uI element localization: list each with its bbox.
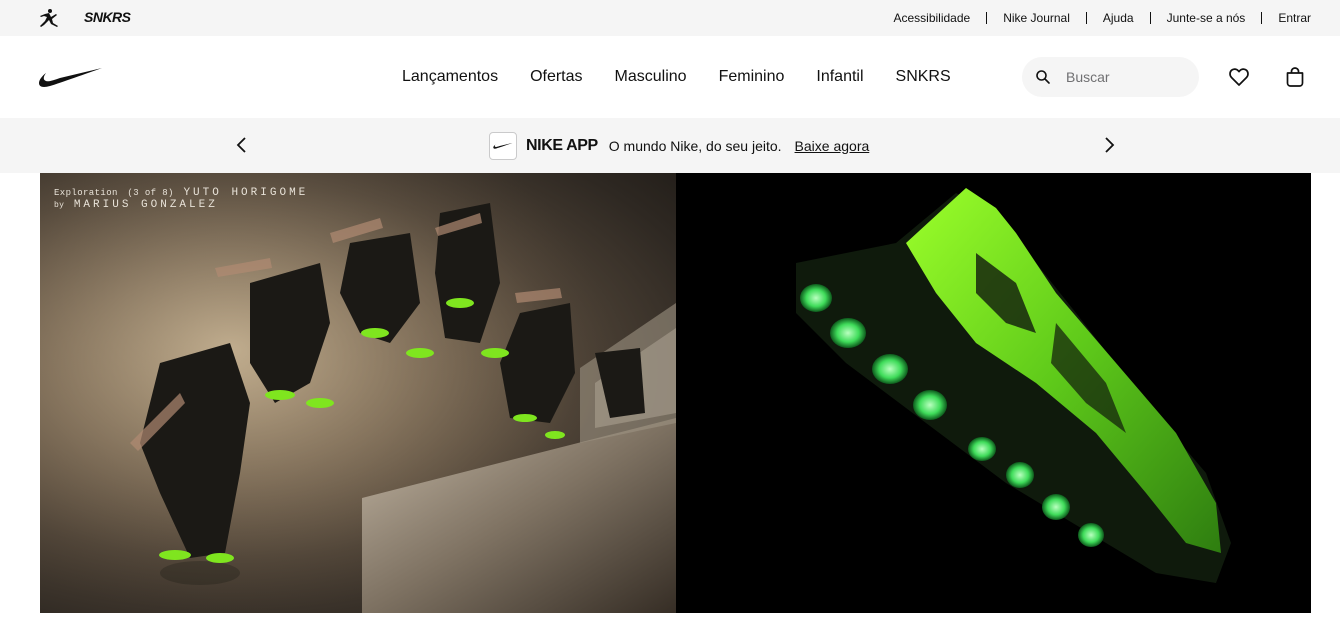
nav-item-snkrs[interactable]: SNKRS	[880, 68, 967, 86]
utility-bar: SNKRS Acessibilidade Nike Journal Ajuda …	[0, 0, 1340, 36]
promo-text: O mundo Nike, do seu jeito.	[608, 137, 782, 154]
promo-title: NIKE APP	[526, 136, 598, 154]
download-app-link[interactable]: Baixe agora	[795, 138, 870, 154]
nike-journal-link[interactable]: Nike Journal	[987, 11, 1086, 25]
chevron-left-icon[interactable]	[230, 133, 254, 157]
athlete-jumping-sequence-photo[interactable]: Exploration (3 of 8) YUTO HORIGOME by MA…	[40, 173, 676, 613]
search-input[interactable]	[1066, 57, 1191, 97]
nav-item-kids[interactable]: Infantil	[800, 68, 879, 86]
caption-author: MARIUS GONZALEZ	[73, 199, 218, 211]
hero-caption: Exploration (3 of 8) YUTO HORIGOME by MA…	[54, 186, 308, 211]
nav-item-men[interactable]: Masculino	[599, 68, 703, 86]
nike-app-icon	[489, 131, 517, 160]
sneaker-art	[796, 188, 1231, 583]
jordan-logo-icon[interactable]	[38, 8, 60, 28]
nav-item-launches[interactable]: Lançamentos	[386, 68, 514, 86]
main-nav: Lançamentos Ofertas Masculino Feminino I…	[386, 36, 967, 118]
caption-by: by	[54, 201, 65, 210]
help-link[interactable]: Ajuda	[1087, 11, 1150, 25]
main-header: Lançamentos Ofertas Masculino Feminino I…	[0, 36, 1340, 118]
nav-item-offers[interactable]: Ofertas	[514, 68, 598, 86]
hero-banner[interactable]: Exploration (3 of 8) YUTO HORIGOME by MA…	[40, 173, 1311, 613]
search-icon[interactable]	[1035, 69, 1051, 85]
promo-banner: NIKE APP O mundo Nike, do seu jeito. Bai…	[0, 118, 1340, 173]
utility-links: Acessibilidade Nike Journal Ajuda Junte-…	[877, 0, 1311, 36]
nike-swoosh-logo-icon[interactable]	[38, 66, 104, 90]
search-box[interactable]	[1022, 57, 1199, 97]
snkrs-logo[interactable]: SNKRS	[84, 9, 131, 25]
nav-item-women[interactable]: Feminino	[703, 68, 801, 86]
chevron-right-icon[interactable]	[1097, 133, 1121, 157]
glowing-green-sneaker-photo[interactable]	[676, 173, 1311, 613]
bag-icon[interactable]	[1283, 65, 1307, 89]
caption-index: (3 of 8)	[127, 188, 174, 198]
heart-icon[interactable]	[1227, 65, 1251, 89]
accessibility-link[interactable]: Acessibilidade	[877, 11, 986, 25]
nike-swoosh-logo-icon	[493, 142, 513, 149]
promo-content: NIKE APP O mundo Nike, do seu jeito. Bai…	[489, 131, 869, 160]
sign-in-link[interactable]: Entrar	[1262, 11, 1311, 25]
join-us-link[interactable]: Junte-se a nós	[1151, 11, 1262, 25]
hero-left-art	[40, 173, 676, 613]
